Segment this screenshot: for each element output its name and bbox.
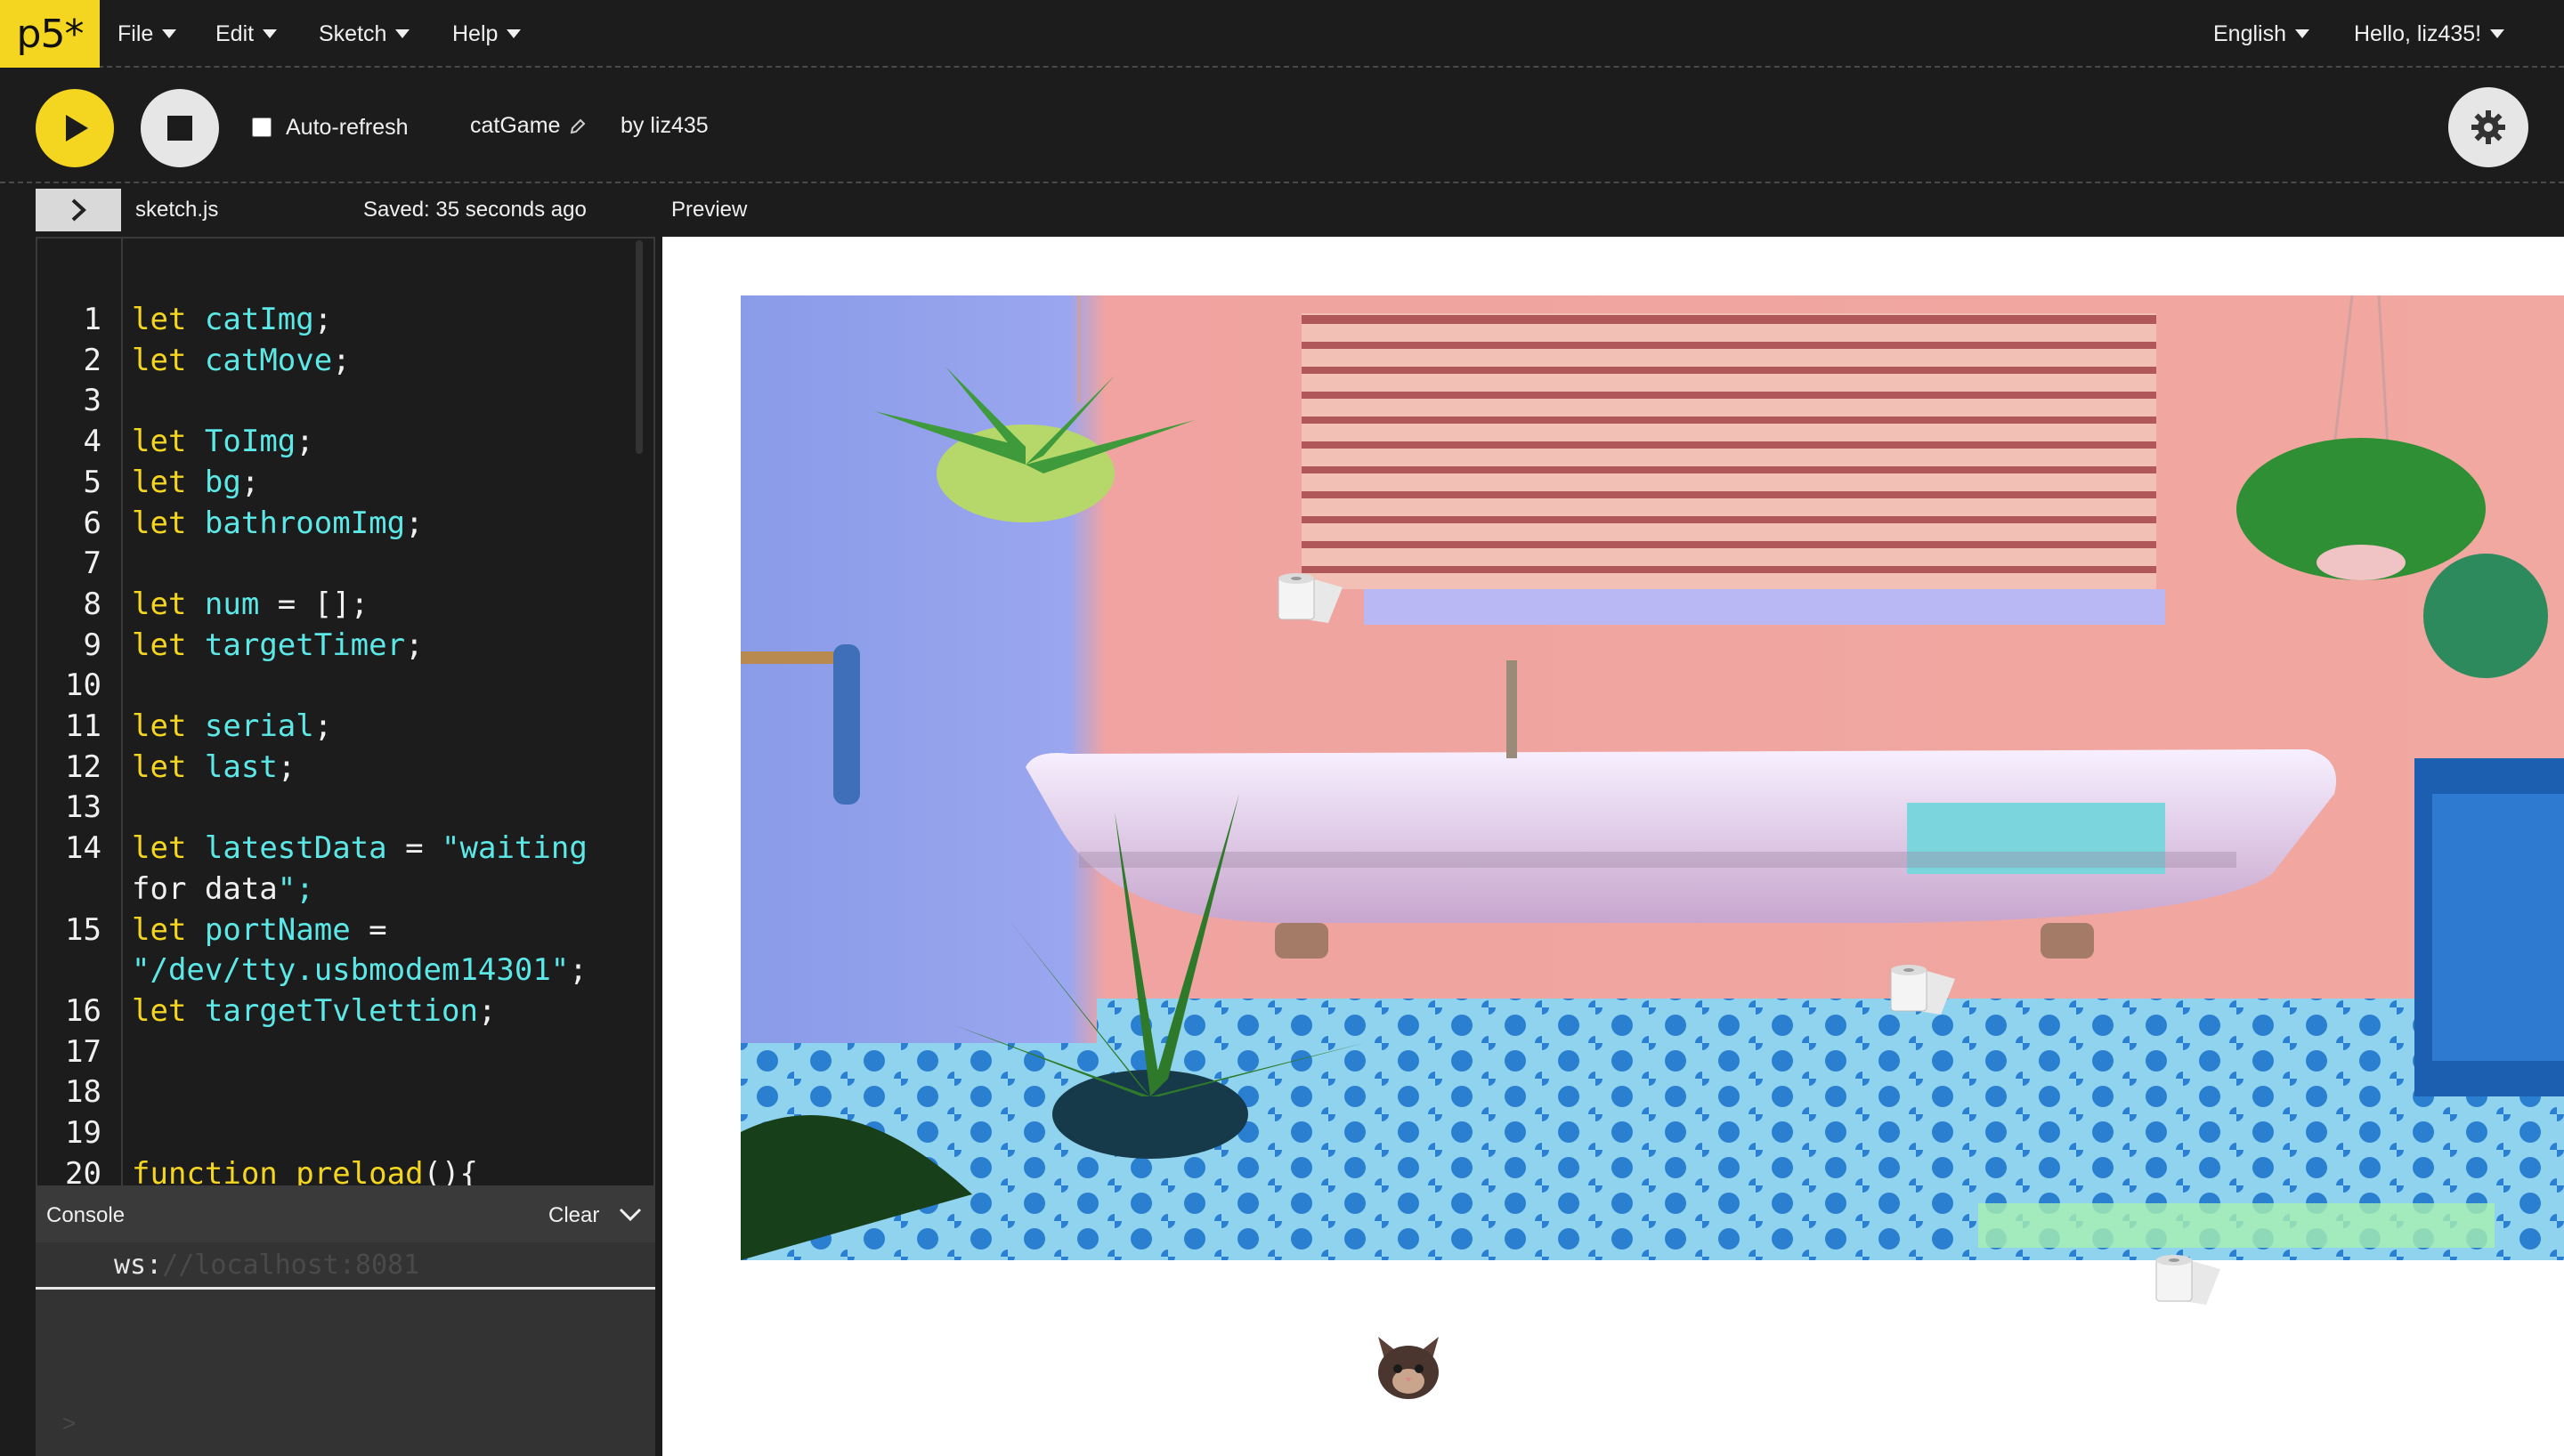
menu-file[interactable]: File [118, 0, 177, 68]
console-divider [36, 1287, 655, 1290]
console-title: Console [46, 1203, 126, 1227]
code-line[interactable]: let catImg; [132, 301, 332, 338]
console-message-prefix: ws: [114, 1250, 163, 1281]
code-line[interactable]: function preload(){ [132, 1155, 478, 1185]
sketch-owner[interactable]: by liz435 [621, 113, 709, 139]
code-line[interactable]: let targetTimer; [132, 627, 424, 664]
sketch-preview[interactable] [662, 237, 2564, 1456]
line-number: 19 [65, 1115, 101, 1151]
user-greeting: Hello, liz435! [2354, 20, 2482, 46]
menu-help[interactable]: Help [452, 0, 522, 68]
stop-icon [167, 116, 192, 141]
line-number: 14 [65, 830, 101, 867]
code-line[interactable]: let num = []; [132, 586, 369, 623]
caret-down-icon [2295, 29, 2309, 38]
line-number: 8 [83, 586, 101, 622]
line-number: 5 [83, 464, 101, 500]
toilet-paper-sprite [1278, 573, 1343, 623]
code-line[interactable]: let last; [132, 748, 296, 786]
console-message: ws://localhost:8081 [114, 1250, 419, 1281]
code-editor[interactable]: 123456789101112131415161718192021 let ca… [36, 237, 655, 1187]
toolbar: Auto-refresh catGame by liz435 [0, 68, 2564, 183]
code-line[interactable]: let portName = [132, 911, 387, 949]
saved-status: Saved: 35 seconds ago [363, 198, 587, 222]
line-number: 16 [65, 992, 101, 1029]
line-number: 17 [65, 1033, 101, 1070]
menu-file-label: File [118, 20, 154, 46]
line-number: 3 [83, 383, 101, 419]
line-number: 2 [83, 342, 101, 378]
line-number: 7 [83, 546, 101, 582]
user-menu[interactable]: Hello, liz435! [2354, 0, 2505, 68]
line-number: 11 [65, 708, 101, 744]
code-line[interactable]: let ToImg; [132, 423, 314, 460]
caret-down-icon [263, 29, 278, 38]
bathroom-background-image [741, 295, 2564, 1260]
top-nav: p5* File Edit Sketch Help English Hello,… [0, 0, 2564, 68]
line-number: 10 [65, 667, 101, 704]
line-number: 15 [65, 911, 101, 948]
console-message-url: //localhost:8081 [162, 1250, 420, 1281]
console-body: ws://localhost:8081 > [36, 1242, 655, 1456]
chevron-right-icon [71, 198, 86, 222]
line-number: 20 [65, 1155, 101, 1187]
chevron-down-icon[interactable] [618, 1205, 643, 1225]
line-number: 1 [83, 302, 101, 337]
line-number-gutter: 123456789101112131415161718192021 [37, 239, 123, 1185]
line-number: 4 [83, 424, 101, 460]
menu-sketch[interactable]: Sketch [319, 0, 410, 68]
console-prompt[interactable]: > [62, 1410, 76, 1437]
sketch-name-label: catGame [470, 113, 561, 138]
line-number: 6 [83, 505, 101, 541]
p5-logo[interactable]: p5* [0, 0, 100, 68]
line-number: 12 [65, 748, 101, 785]
cat-sprite [1378, 1337, 1439, 1399]
console-header: Console Clear [36, 1187, 655, 1242]
code-line[interactable]: let latestData = "waiting [132, 829, 588, 867]
auto-refresh-checkbox[interactable] [252, 117, 272, 137]
caret-down-icon [162, 29, 177, 38]
code-line[interactable]: let bg; [132, 464, 259, 501]
language-label: English [2213, 20, 2286, 46]
code-line[interactable]: let bathroomImg; [132, 505, 424, 542]
expand-sidebar-button[interactable] [36, 189, 121, 231]
sketch-name[interactable]: catGame [470, 113, 587, 139]
caret-down-icon [2490, 29, 2505, 38]
toilet-paper-sprite [2155, 1255, 2220, 1305]
menu-sketch-label: Sketch [319, 20, 387, 46]
line-number: 9 [83, 627, 101, 663]
play-button[interactable] [36, 89, 114, 167]
logo-text: p5* [16, 11, 85, 57]
pencil-icon[interactable] [569, 117, 587, 135]
code-line[interactable]: let serial; [132, 708, 332, 745]
stop-button[interactable] [141, 89, 219, 167]
auto-refresh-label: Auto-refresh [286, 114, 409, 140]
menu-help-label: Help [452, 20, 499, 46]
play-icon [66, 115, 88, 142]
toilet-paper-sprite [1890, 965, 1955, 1015]
menu-edit[interactable]: Edit [215, 0, 278, 68]
auto-refresh-toggle[interactable]: Auto-refresh [252, 114, 409, 141]
file-name: sketch.js [135, 198, 219, 222]
code-line[interactable]: let catMove; [132, 342, 351, 379]
editor-scrollbar[interactable] [636, 240, 643, 454]
code-line[interactable]: "/dev/tty.usbmodem14301"; [132, 951, 588, 989]
gear-icon [2471, 110, 2505, 144]
caret-down-icon [395, 29, 410, 38]
preview-label: Preview [671, 198, 748, 222]
caret-down-icon [507, 29, 522, 38]
line-number: 18 [65, 1074, 101, 1111]
settings-button[interactable] [2448, 87, 2528, 167]
menu-edit-label: Edit [215, 20, 255, 46]
code-line[interactable]: for data"; [132, 870, 314, 908]
code-line[interactable]: let targetTvlettion; [132, 992, 496, 1030]
language-menu[interactable]: English [2213, 0, 2309, 68]
line-number: 13 [65, 789, 101, 826]
console-clear-button[interactable]: Clear [548, 1203, 599, 1228]
